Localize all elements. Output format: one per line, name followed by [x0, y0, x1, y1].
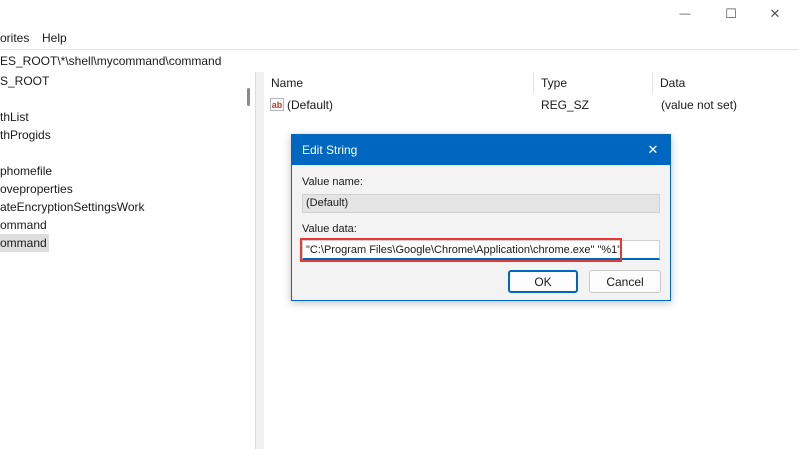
- tree-item[interactable]: oveproperties: [0, 180, 73, 198]
- tree-item[interactable]: ateEncryptionSettingsWork: [0, 198, 145, 216]
- menu-bar: orites Help: [0, 28, 798, 48]
- window-close-button[interactable]: ✕: [752, 0, 798, 28]
- dialog-close-button[interactable]: ✕: [642, 139, 664, 161]
- tree-item[interactable]: thProgids: [0, 126, 51, 144]
- value-name-cell: (Default): [287, 98, 334, 112]
- maximize-button[interactable]: ☐: [708, 0, 754, 28]
- column-header-data[interactable]: Data: [653, 72, 798, 94]
- close-icon: ✕: [647, 142, 659, 157]
- ok-button[interactable]: OK: [508, 270, 578, 293]
- minimize-button[interactable]: —: [662, 0, 708, 28]
- window-titlebar: — ☐ ✕: [0, 0, 798, 28]
- address-path: ES_ROOT\*\shell\mycommand\command: [0, 54, 222, 68]
- minimize-icon: —: [679, 8, 691, 20]
- value-name-label: Value name:: [302, 176, 363, 188]
- menu-help[interactable]: Help: [42, 31, 67, 45]
- dialog-title: Edit String: [302, 143, 358, 157]
- value-type-cell: REG_SZ: [541, 98, 590, 112]
- close-icon: ✕: [769, 6, 781, 21]
- value-data-input[interactable]: [302, 240, 660, 260]
- value-data-label: Value data:: [302, 223, 357, 235]
- column-header-name[interactable]: Name: [264, 72, 534, 94]
- tree-scroll-thumb[interactable]: [247, 88, 250, 106]
- menu-favorites[interactable]: orites: [0, 31, 29, 45]
- tree-item[interactable]: phomefile: [0, 162, 52, 180]
- address-bar[interactable]: ES_ROOT\*\shell\mycommand\command: [0, 49, 798, 73]
- value-data-cell: (value not set): [661, 98, 738, 112]
- tree-item[interactable]: thList: [0, 108, 29, 126]
- cancel-button[interactable]: Cancel: [589, 270, 661, 293]
- tree-item[interactable]: S_ROOT: [0, 72, 49, 90]
- string-value-icon: ab: [270, 98, 284, 111]
- tree-item[interactable]: ommand: [0, 216, 47, 234]
- tree-item-selected[interactable]: ommand: [0, 234, 49, 252]
- tree-scrollbar[interactable]: [241, 72, 255, 449]
- key-tree: S_ROOT thList thProgids phomefile ovepro…: [0, 72, 241, 449]
- dialog-titlebar: Edit String ✕: [292, 135, 670, 165]
- value-name-field: (Default): [302, 194, 660, 213]
- column-header-type[interactable]: Type: [534, 72, 653, 94]
- maximize-icon: ☐: [725, 6, 737, 21]
- edit-string-dialog: Edit String ✕ Value name: (Default) Valu…: [291, 134, 671, 301]
